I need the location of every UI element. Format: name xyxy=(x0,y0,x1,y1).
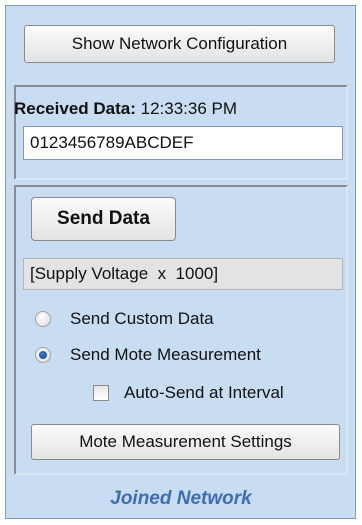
send-custom-data-label[interactable]: Send Custom Data xyxy=(70,309,214,329)
auto-send-checkbox[interactable] xyxy=(93,385,109,401)
send-mote-measurement-label[interactable]: Send Mote Measurement xyxy=(70,345,261,365)
mote-measurement-settings-button[interactable]: Mote Measurement Settings xyxy=(31,424,340,460)
received-data-header: Received Data: 12:33:36 PM xyxy=(14,99,237,119)
network-status: Joined Network xyxy=(110,488,252,509)
auto-send-label[interactable]: Auto-Send at Interval xyxy=(124,383,284,403)
send-mote-measurement-radio[interactable] xyxy=(35,347,51,363)
received-time: 12:33:36 PM xyxy=(140,99,238,118)
received-data-label: Received Data: xyxy=(14,99,136,118)
show-network-configuration-button[interactable]: Show Network Configuration xyxy=(24,25,335,63)
send-preview-field: [Supply Voltage x 1000] xyxy=(23,258,343,290)
send-data-button[interactable]: Send Data xyxy=(31,197,176,241)
received-data-field: 0123456789ABCDEF xyxy=(23,126,343,160)
send-custom-data-radio[interactable] xyxy=(35,311,51,327)
